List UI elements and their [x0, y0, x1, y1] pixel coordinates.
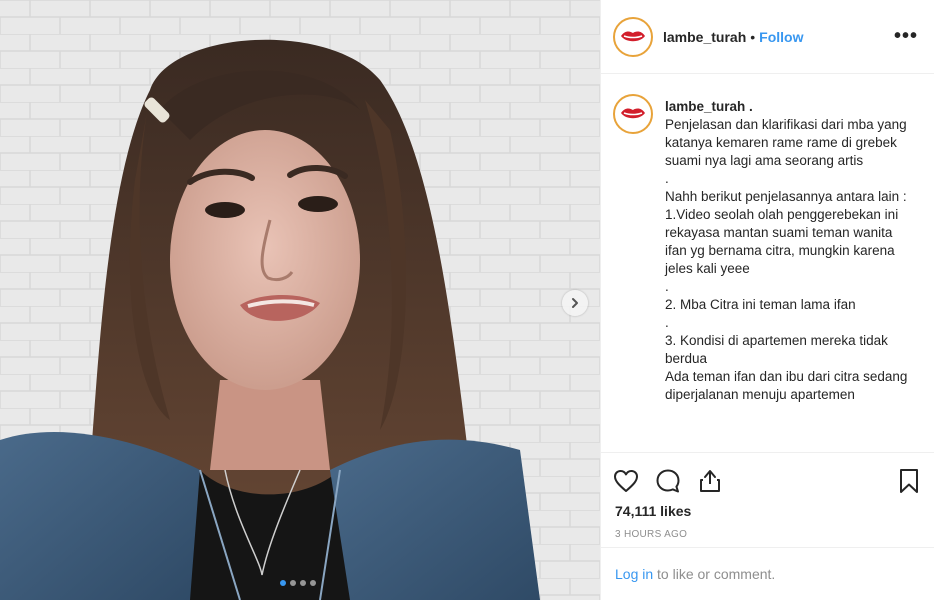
caption-line: 3. Kondisi di apartemen mereka tidak ber…	[665, 333, 892, 366]
caption-line: .	[665, 279, 669, 294]
share-icon	[700, 470, 720, 492]
caption-area[interactable]: lambe_turah . Penjelasan dan klarifikasi…	[601, 74, 934, 452]
header-separator: •	[750, 28, 756, 45]
caption-line: .	[665, 171, 669, 186]
caption-body: lambe_turah . Penjelasan dan klarifikasi…	[665, 98, 911, 452]
caption-username[interactable]: lambe_turah .	[665, 98, 911, 116]
carousel-dot	[290, 580, 296, 586]
caption-line: Ada teman ifan dan ibu dari citra sedang…	[665, 369, 912, 402]
heart-icon	[614, 470, 638, 492]
carousel-dot	[310, 580, 316, 586]
login-prompt: Log in to like or comment.	[601, 547, 934, 600]
caption-line: 2. Mba Citra ini teman lama ifan	[665, 297, 856, 312]
share-button[interactable]	[697, 468, 723, 494]
avatar-image	[617, 20, 649, 53]
chevron-right-icon	[572, 298, 578, 308]
post-header: lambe_turah • Follow •••	[601, 0, 934, 74]
likes-count[interactable]: 74,111 likes	[601, 499, 934, 519]
carousel-next-button[interactable]	[562, 290, 588, 316]
bookmark-icon	[900, 469, 918, 493]
carousel-dot	[280, 580, 286, 586]
lips-logo-icon	[621, 30, 645, 41]
action-bar	[601, 453, 934, 499]
lips-logo-icon	[621, 108, 645, 119]
follow-button[interactable]: Follow	[759, 29, 803, 45]
caption-line: .	[665, 315, 669, 330]
login-link[interactable]: Log in	[615, 566, 653, 582]
post-panel: lambe_turah • Follow ••• lambe_turah . P…	[600, 0, 934, 600]
post-timestamp[interactable]: 3 HOURS AGO	[601, 519, 934, 540]
comment-icon	[656, 469, 680, 493]
avatar[interactable]	[613, 16, 653, 57]
caption-line: Nahh berikut penjelasannya antara lain :	[665, 189, 907, 204]
caption-line: Penjelasan dan klarifikasi dari mba yang…	[665, 117, 911, 168]
more-options-button[interactable]: •••	[894, 25, 918, 48]
post-photo	[0, 0, 600, 600]
post-media[interactable]	[0, 0, 600, 600]
like-button[interactable]	[613, 469, 639, 493]
login-prompt-text: to like or comment.	[653, 566, 776, 582]
post-actions-section: 74,111 likes 3 HOURS AGO Log in to like …	[601, 452, 934, 600]
comment-button[interactable]	[655, 468, 681, 494]
avatar-image	[617, 98, 649, 130]
caption-line: 1.Video seolah olah penggerebekan ini re…	[665, 207, 902, 276]
carousel-dots	[280, 580, 316, 586]
save-button[interactable]	[898, 468, 920, 494]
carousel-dot	[300, 580, 306, 586]
avatar[interactable]	[613, 94, 653, 134]
header-username[interactable]: lambe_turah	[663, 29, 746, 45]
